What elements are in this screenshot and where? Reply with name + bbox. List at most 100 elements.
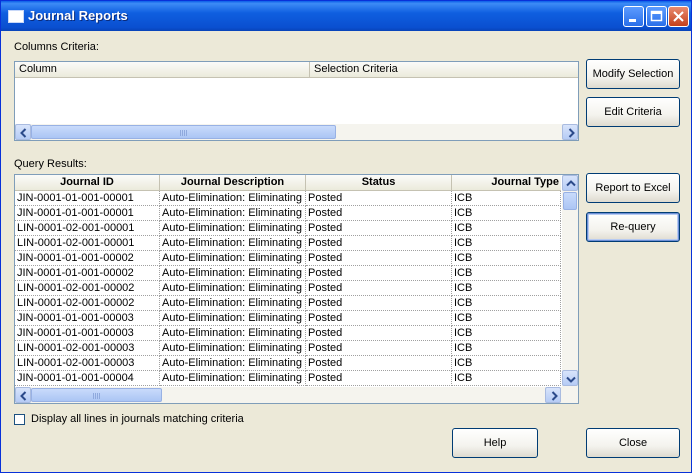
cell-journal-id[interactable]: LIN-0001-02-001-00003 [15, 341, 160, 356]
cell-journal-id[interactable]: LIN-0001-02-001-00001 [15, 221, 160, 236]
arrow-up-icon [566, 180, 576, 187]
cell-journal-type[interactable]: ICB [452, 356, 561, 371]
cell-status[interactable]: Posted [306, 251, 452, 266]
cell-journal-id[interactable]: LIN-0001-02-001-00003 [15, 356, 160, 371]
cell-journal-type[interactable]: ICB [452, 296, 561, 311]
cell-status[interactable]: Posted [306, 311, 452, 326]
table-row[interactable]: JIN-0001-01-001-00002 Auto-Elimination: E… [15, 251, 561, 266]
results-scroll-thumb[interactable] [31, 388, 162, 402]
table-row[interactable]: LIN-0001-02-001-00001 Auto-Elimination: E… [15, 236, 561, 251]
scroll-up-button[interactable] [562, 175, 578, 191]
modify-selection-button[interactable]: Modify Selection [586, 59, 680, 89]
column-header-journal-type[interactable]: Journal Type [452, 175, 561, 191]
minimize-button[interactable] [623, 6, 644, 27]
cell-journal-type[interactable]: ICB [452, 251, 561, 266]
table-row[interactable]: LIN-0001-02-001-00002 Auto-Elimination: E… [15, 281, 561, 296]
cell-journal-id[interactable]: LIN-0001-02-001-00001 [15, 236, 160, 251]
help-button[interactable]: Help [452, 428, 538, 458]
title-bar[interactable]: Journal Reports [1, 1, 691, 31]
cell-journal-type[interactable]: ICB [452, 281, 561, 296]
cell-status[interactable]: Posted [306, 191, 452, 206]
cell-journal-description[interactable]: Auto-Elimination: Eliminating Tr [160, 191, 306, 206]
column-header-selection-criteria[interactable]: Selection Criteria [310, 62, 578, 78]
cell-status[interactable]: Posted [306, 296, 452, 311]
table-row[interactable]: JIN-0001-01-001-00003 Auto-Elimination: E… [15, 311, 561, 326]
table-row[interactable]: JIN-0001-01-001-00004 Auto-Elimination: E… [15, 371, 561, 386]
table-row[interactable]: JIN-0001-01-001-00003 Auto-Elimination: E… [15, 326, 561, 341]
minimize-icon [629, 19, 636, 22]
scroll-right-button[interactable] [562, 124, 578, 140]
maximize-button[interactable] [646, 6, 667, 27]
column-header-journal-description[interactable]: Journal Description [160, 175, 306, 191]
cell-journal-description[interactable]: Auto-Elimination: Eliminating Tr [160, 371, 306, 386]
requery-button[interactable]: Re-query [586, 212, 680, 242]
query-results-grid[interactable]: Journal ID Journal Description Status Journ… [14, 174, 579, 404]
close-button[interactable]: Close [586, 428, 680, 458]
close-window-button[interactable] [668, 6, 689, 27]
cell-journal-type[interactable]: ICB [452, 221, 561, 236]
cell-journal-type[interactable]: ICB [452, 266, 561, 281]
cell-status[interactable]: Posted [306, 266, 452, 281]
cell-status[interactable]: Posted [306, 326, 452, 341]
cell-journal-description[interactable]: Auto-Elimination: Eliminating Tr [160, 206, 306, 221]
column-header-status[interactable]: Status [306, 175, 452, 191]
column-header-column[interactable]: Column [15, 62, 310, 78]
cell-journal-type[interactable]: ICB [452, 371, 561, 386]
table-row[interactable]: LIN-0001-02-001-00002 Auto-Elimination: E… [15, 296, 561, 311]
table-row[interactable]: JIN-0001-01-001-00001 Auto-Elimination: E… [15, 191, 561, 206]
cell-journal-description[interactable]: Auto-Elimination: Eliminating Tr [160, 356, 306, 371]
column-header-journal-id[interactable]: Journal ID [15, 175, 160, 191]
cell-status[interactable]: Posted [306, 341, 452, 356]
results-vertical-scrollbar[interactable] [562, 175, 578, 387]
cell-journal-type[interactable]: ICB [452, 311, 561, 326]
cell-journal-id[interactable]: JIN-0001-01-001-00004 [15, 371, 160, 386]
cell-journal-description[interactable]: Auto-Elimination: Eliminating Tr [160, 221, 306, 236]
cell-journal-id[interactable]: LIN-0001-02-001-00002 [15, 296, 160, 311]
cell-journal-description[interactable]: Auto-Elimination: Eliminating Tr [160, 326, 306, 341]
cell-status[interactable]: Posted [306, 236, 452, 251]
cell-journal-description[interactable]: Auto-Elimination: Eliminating Tr [160, 266, 306, 281]
results-scroll-left-button[interactable] [15, 387, 31, 403]
cell-status[interactable]: Posted [306, 206, 452, 221]
cell-journal-id[interactable]: JIN-0001-01-001-00001 [15, 206, 160, 221]
cell-journal-description[interactable]: Auto-Elimination: Eliminating Tr [160, 341, 306, 356]
cell-journal-description[interactable]: Auto-Elimination: Eliminating Tr [160, 251, 306, 266]
vertical-scroll-thumb[interactable] [563, 192, 577, 210]
table-row[interactable]: JIN-0001-01-001-00002 Auto-Elimination: E… [15, 266, 561, 281]
report-to-excel-button[interactable]: Report to Excel [586, 173, 680, 203]
results-horizontal-scrollbar[interactable] [15, 387, 578, 403]
cell-status[interactable]: Posted [306, 221, 452, 236]
cell-journal-id[interactable]: JIN-0001-01-001-00001 [15, 191, 160, 206]
cell-journal-id[interactable]: LIN-0001-02-001-00002 [15, 281, 160, 296]
cell-journal-type[interactable]: ICB [452, 236, 561, 251]
cell-journal-id[interactable]: JIN-0001-01-001-00002 [15, 251, 160, 266]
cell-journal-description[interactable]: Auto-Elimination: Eliminating Tr [160, 236, 306, 251]
cell-journal-id[interactable]: JIN-0001-01-001-00003 [15, 311, 160, 326]
cell-journal-description[interactable]: Auto-Elimination: Eliminating Tr [160, 281, 306, 296]
display-all-lines-checkbox[interactable] [14, 414, 25, 425]
cell-journal-id[interactable]: JIN-0001-01-001-00002 [15, 266, 160, 281]
cell-journal-type[interactable]: ICB [452, 206, 561, 221]
table-row[interactable]: LIN-0001-02-001-00003 Auto-Elimination: E… [15, 341, 561, 356]
cell-journal-type[interactable]: ICB [452, 341, 561, 356]
cell-status[interactable]: Posted [306, 356, 452, 371]
cell-journal-type[interactable]: ICB [452, 191, 561, 206]
columns-criteria-list[interactable]: Column Selection Criteria [14, 61, 579, 141]
scroll-thumb[interactable] [31, 125, 336, 139]
cell-journal-type[interactable]: ICB [452, 326, 561, 341]
table-row[interactable]: JIN-0001-01-001-00001 Auto-Elimination: E… [15, 206, 561, 221]
edit-criteria-button[interactable]: Edit Criteria [586, 97, 680, 127]
scroll-left-button[interactable] [15, 124, 31, 140]
window-title: Journal Reports [28, 8, 128, 23]
table-row[interactable]: LIN-0001-02-001-00003 Auto-Elimination: E… [15, 356, 561, 371]
display-all-lines-label: Display all lines in journals matching c… [31, 413, 244, 425]
cell-journal-description[interactable]: Auto-Elimination: Eliminating Tr [160, 296, 306, 311]
table-row[interactable]: LIN-0001-02-001-00001 Auto-Elimination: E… [15, 221, 561, 236]
columns-horizontal-scrollbar[interactable] [15, 124, 578, 140]
cell-journal-description[interactable]: Auto-Elimination: Eliminating Tr [160, 311, 306, 326]
cell-status[interactable]: Posted [306, 281, 452, 296]
results-scroll-right-button[interactable] [545, 387, 561, 403]
cell-journal-id[interactable]: JIN-0001-01-001-00003 [15, 326, 160, 341]
cell-status[interactable]: Posted [306, 371, 452, 386]
scroll-down-button[interactable] [562, 370, 578, 386]
